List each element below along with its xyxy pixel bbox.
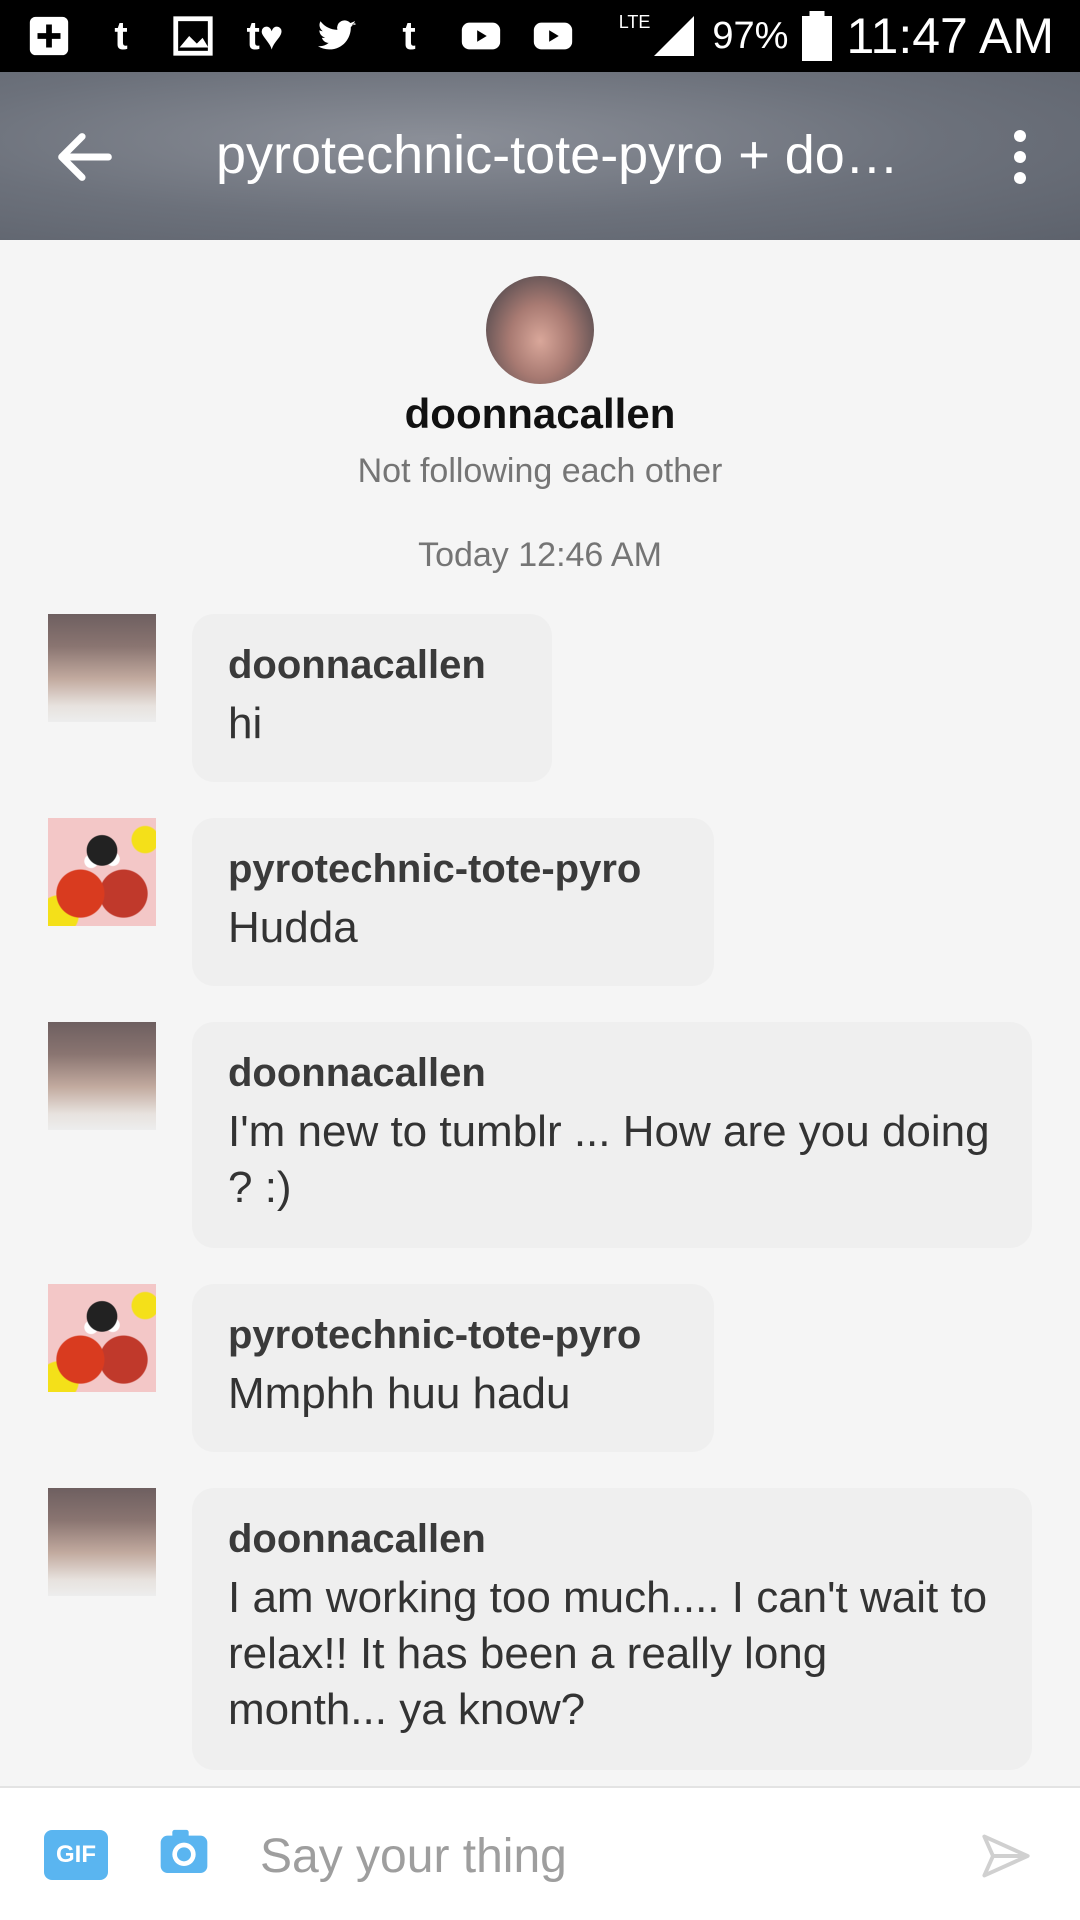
message-composer: GIF — [0, 1786, 1080, 1920]
avatar[interactable] — [48, 818, 156, 926]
camera-icon[interactable] — [154, 1824, 214, 1880]
gif-button[interactable]: GIF — [44, 1830, 108, 1880]
message-bubble[interactable]: doonnacallen I am working too much.... I… — [192, 1488, 1032, 1770]
system-status: LTE 97% 11:47 AM — [605, 8, 1054, 64]
tumblr-icon: t — [114, 13, 128, 58]
avatar[interactable] — [48, 1022, 156, 1130]
relationship-status: Not following each other — [357, 452, 723, 490]
message-text: Mmphh huu hadu — [228, 1369, 571, 1418]
message-sender: doonnacallen — [228, 1517, 486, 1561]
avatar[interactable] — [48, 614, 156, 722]
youtube-icon — [528, 14, 578, 58]
message-text: hi — [228, 699, 263, 748]
plus-box-icon — [24, 14, 74, 58]
avatar[interactable] — [48, 1284, 156, 1392]
conversation-timestamp: Today 12:46 AM — [418, 536, 662, 574]
status-bar: t t♥ t LTE 97% 11:47 AM — [0, 0, 1080, 72]
message-text: I am working too much.... I can't wait t… — [228, 1573, 988, 1734]
message-sender: pyrotechnic-tote-pyro — [228, 1313, 642, 1357]
signal-icon — [654, 16, 695, 56]
tumblr-heart-icon: t♥ — [246, 13, 284, 58]
notification-icons: t t♥ t — [24, 12, 578, 60]
conversation-title: pyrotechnic-tote-pyro + doonnacallen — [216, 125, 926, 185]
avatar[interactable] — [486, 276, 594, 384]
network-type: LTE — [618, 11, 651, 32]
message-sender: doonnacallen — [228, 643, 486, 687]
message-sender: doonnacallen — [228, 1051, 486, 1095]
image-icon — [168, 14, 218, 58]
arrow-left-icon[interactable] — [50, 122, 120, 192]
youtube-icon — [456, 14, 506, 58]
message-bubble[interactable]: doonnacallen I'm new to tumblr ... How a… — [192, 1022, 1032, 1248]
app-bar: pyrotechnic-tote-pyro + doonnacallen — [0, 72, 1080, 240]
message-text: Hudda — [228, 903, 358, 952]
battery-percent: 97% — [712, 14, 789, 57]
tumblr-icon: t — [402, 13, 416, 58]
message-bubble[interactable]: doonnacallen hi — [192, 614, 552, 782]
message-input[interactable] — [260, 1824, 940, 1888]
twitter-icon — [312, 14, 362, 58]
more-vertical-icon[interactable] — [1000, 122, 1040, 192]
avatar[interactable] — [48, 1488, 156, 1596]
clock: 11:47 AM — [846, 8, 1054, 64]
message-bubble[interactable]: pyrotechnic-tote-pyro Mmphh huu hadu — [192, 1284, 714, 1452]
message-text: I'm new to tumblr ... How are you doing … — [228, 1107, 990, 1212]
battery-icon — [802, 11, 833, 61]
send-icon[interactable] — [980, 1830, 1032, 1882]
participant-name[interactable]: doonnacallen — [0, 390, 1080, 438]
message-sender: pyrotechnic-tote-pyro — [228, 847, 642, 891]
message-bubble[interactable]: pyrotechnic-tote-pyro Hudda — [192, 818, 714, 986]
